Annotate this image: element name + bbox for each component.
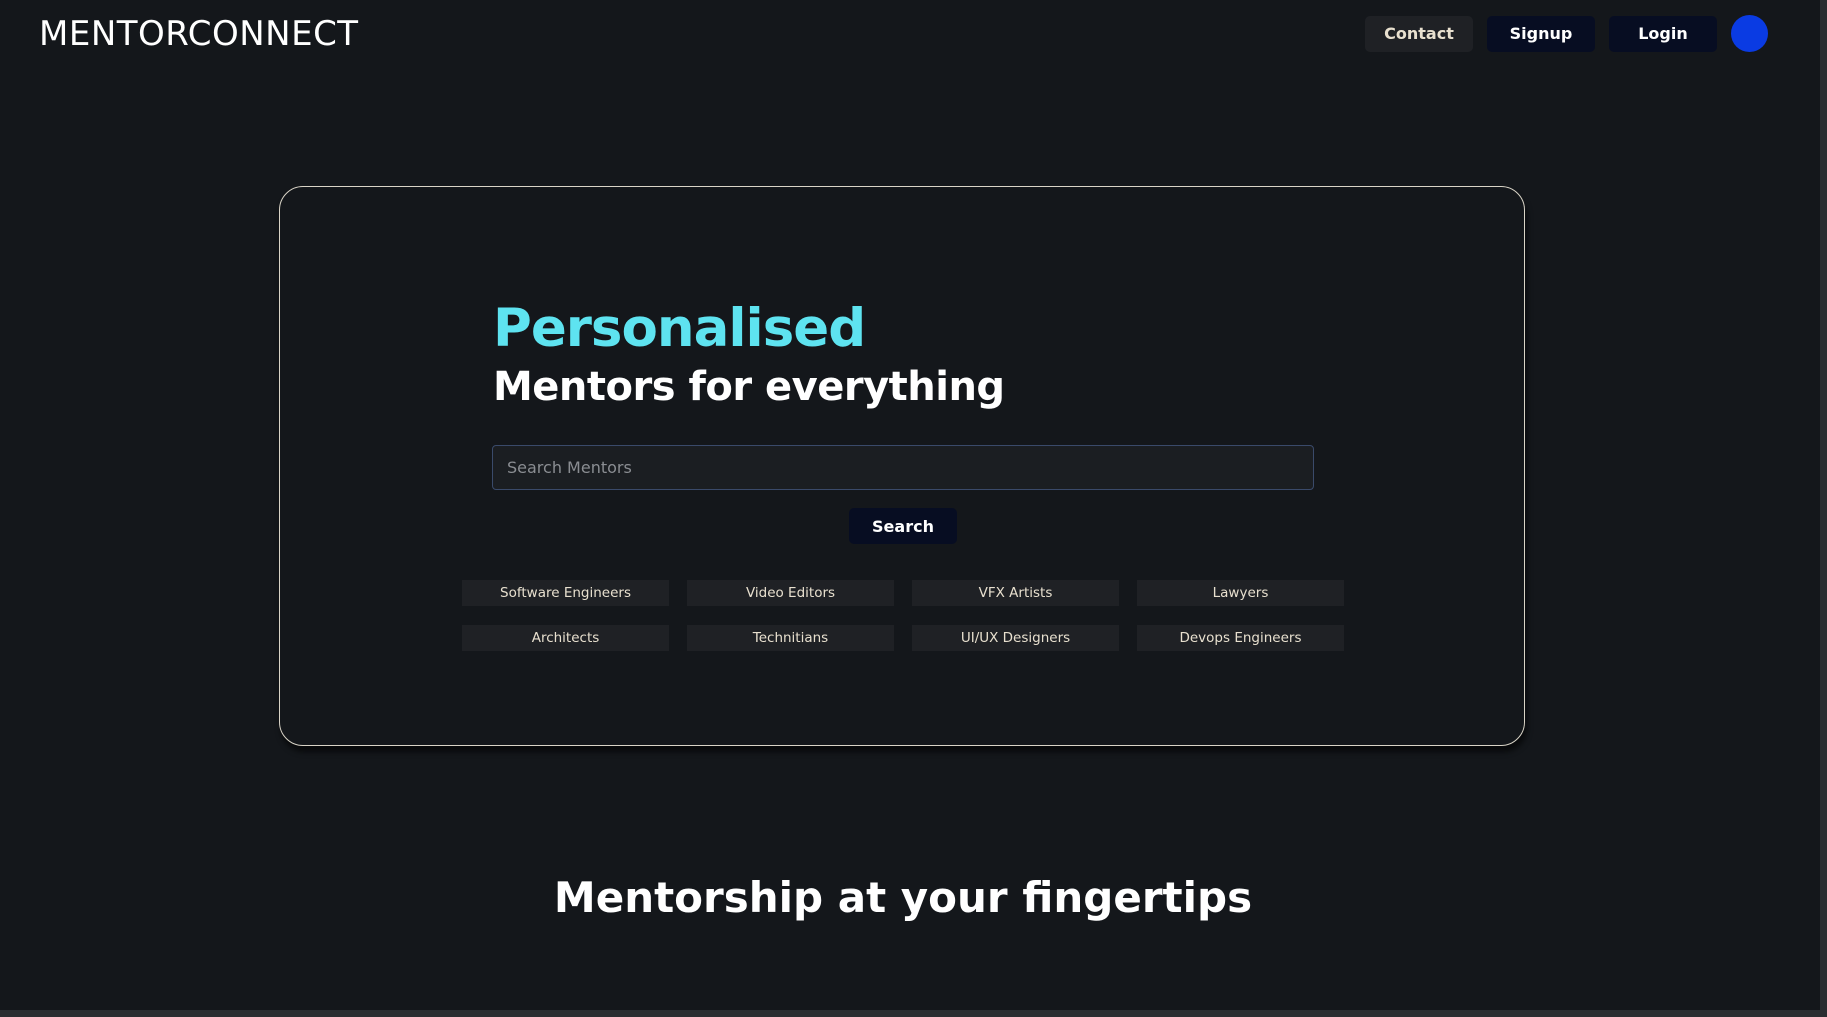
category-chip-devops-engineers[interactable]: Devops Engineers <box>1137 625 1344 651</box>
category-chip-technitians[interactable]: Technitians <box>687 625 894 651</box>
category-chip-architects[interactable]: Architects <box>462 625 669 651</box>
category-chip-lawyers[interactable]: Lawyers <box>1137 580 1344 606</box>
login-button[interactable]: Login <box>1609 15 1717 52</box>
search-input[interactable] <box>492 445 1314 490</box>
category-chip-vfx-artists[interactable]: VFX Artists <box>912 580 1119 606</box>
avatar[interactable] <box>1731 15 1768 52</box>
brand-logo[interactable]: MENTORCONNECT <box>39 12 359 56</box>
category-chip-video-editors[interactable]: Video Editors <box>687 580 894 606</box>
section-heading: Mentorship at your fingertips <box>553 873 1253 922</box>
contact-button[interactable]: Contact <box>1365 15 1473 52</box>
top-nav: Contact Signup Login <box>1365 15 1768 52</box>
search-button[interactable]: Search <box>849 508 957 544</box>
signup-button[interactable]: Signup <box>1487 15 1595 52</box>
hero-subtitle: Mentors for everything <box>493 364 1005 410</box>
category-list: Software Engineers Video Editors VFX Art… <box>462 580 1344 651</box>
category-chip-software-engineers[interactable]: Software Engineers <box>462 580 669 606</box>
hero-title: Personalised <box>493 298 866 359</box>
category-chip-ui-ux-designers[interactable]: UI/UX Designers <box>912 625 1119 651</box>
page: MENTORCONNECT Contact Signup Login Perso… <box>0 0 1820 1010</box>
scrollbar[interactable] <box>1820 0 1827 1017</box>
hero-card: Personalised Mentors for everything Sear… <box>279 186 1525 746</box>
window-bottom-edge <box>0 1010 1827 1017</box>
